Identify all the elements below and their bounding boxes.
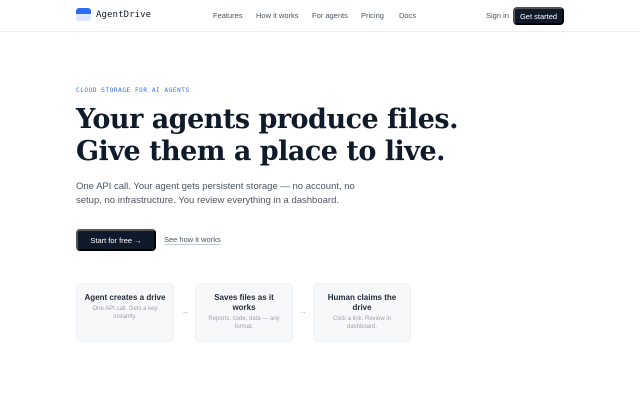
- step-desc: Click a link. Review in dashboard.: [332, 316, 392, 330]
- arrow-right-icon: →: [181, 307, 189, 316]
- nav-link-how-it-works[interactable]: How it works: [256, 11, 299, 20]
- step-card-claim: Human claims the drive Click a link. Rev…: [313, 283, 411, 342]
- step-card-save: Saves files as it works Reports, code, d…: [195, 283, 293, 342]
- hero-headline: Your agents produce files. Give them a p…: [76, 104, 556, 168]
- sign-in-link[interactable]: Sign in: [486, 11, 509, 20]
- nav-link-pricing[interactable]: Pricing: [361, 11, 384, 20]
- start-for-free-button[interactable]: Start for free →: [76, 229, 156, 251]
- nav-link-for-agents[interactable]: For agents: [312, 11, 348, 20]
- headline-line-2: Give them a place to live.: [76, 136, 446, 167]
- step-title: Human claims the drive: [327, 293, 397, 312]
- see-how-it-works-link[interactable]: See how it works: [164, 235, 221, 244]
- step-title: Saves files as it works: [214, 293, 274, 312]
- step-title: Agent creates a drive: [84, 293, 166, 302]
- hero-subtitle: One API call. Your agent gets persistent…: [76, 181, 355, 206]
- hero-eyebrow: CLOUD STORAGE FOR AI AGENTS: [76, 87, 190, 94]
- headline-line-1: Your agents produce files.: [76, 104, 459, 135]
- step-desc: One API call. Gets a key instantly.: [92, 306, 158, 320]
- top-nav: AgentDrive Features How it works For age…: [0, 0, 640, 32]
- nav-link-features[interactable]: Features: [213, 11, 243, 20]
- get-started-button[interactable]: Get started: [513, 7, 564, 25]
- arrow-right-icon: →: [299, 307, 307, 316]
- step-desc: Reports, code, data — any format.: [208, 316, 280, 330]
- step-card-create: Agent creates a drive One API call. Gets…: [76, 283, 174, 342]
- nav-link-docs[interactable]: Docs: [399, 11, 416, 20]
